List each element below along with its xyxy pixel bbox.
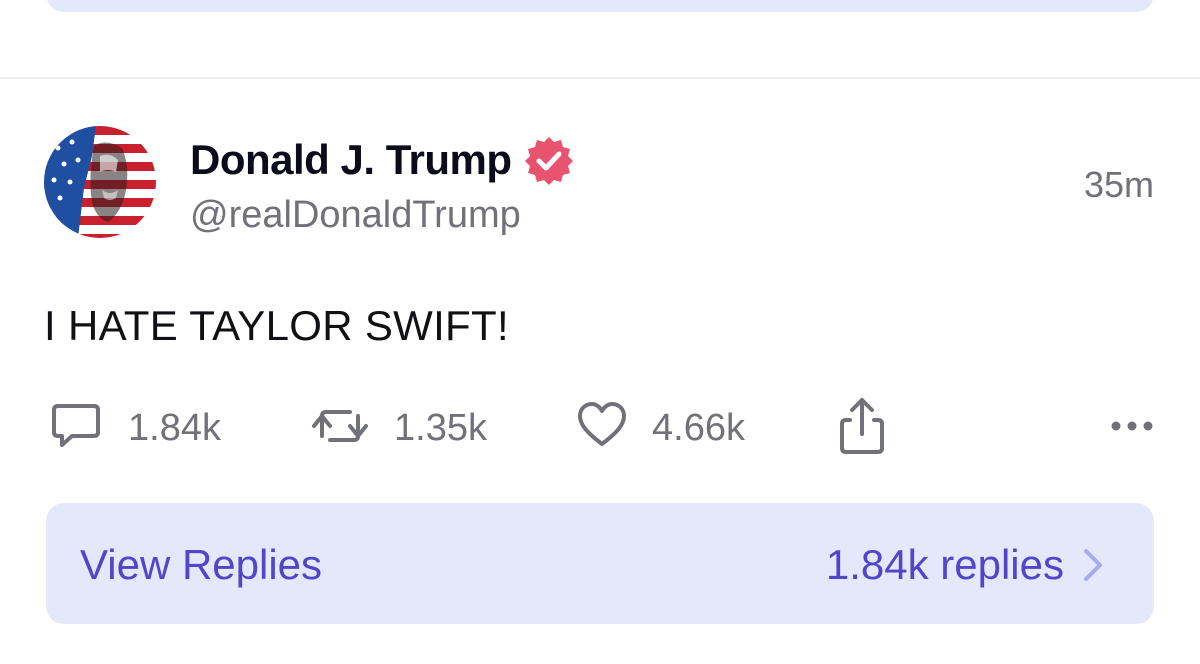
like-count: 4.66k [652, 406, 745, 449]
post-actions: 1.84k 1.35k 4.66k [44, 396, 1156, 461]
previous-replies-bar[interactable] [46, 0, 1154, 12]
author-handle[interactable]: @realDonaldTrump [190, 194, 521, 237]
flag-portrait-avatar-icon [44, 126, 156, 238]
share-icon [836, 396, 888, 461]
heart-icon [576, 398, 628, 459]
avatar[interactable] [44, 126, 156, 238]
more-button[interactable] [1108, 398, 1156, 458]
like-button[interactable]: 4.66k [576, 398, 745, 458]
view-replies-label: View Replies [80, 541, 323, 588]
more-icon [1108, 416, 1156, 441]
chevron-right-icon [1082, 547, 1104, 588]
post-text: I HATE TAYLOR SWIFT! [44, 302, 509, 349]
view-replies-button[interactable]: View Replies 1.84k replies [46, 503, 1154, 624]
repost-button[interactable]: 1.35k [310, 398, 487, 458]
post-divider [0, 77, 1200, 79]
reply-icon [48, 398, 104, 459]
share-button[interactable] [836, 396, 888, 461]
verified-badge-icon [524, 135, 574, 185]
replies-count-label: 1.84k replies [825, 541, 1064, 588]
repost-icon [310, 398, 370, 459]
reply-count: 1.84k [128, 406, 221, 449]
author-name-row[interactable]: Donald J. Trump [190, 134, 574, 186]
author-display-name[interactable]: Donald J. Trump [190, 136, 512, 184]
repost-count: 1.35k [394, 406, 487, 449]
post-page: Donald J. Trump @realDonaldTrump 35m I H… [0, 0, 1200, 664]
reply-button[interactable]: 1.84k [48, 398, 221, 458]
post-timestamp: 35m [1083, 164, 1154, 205]
